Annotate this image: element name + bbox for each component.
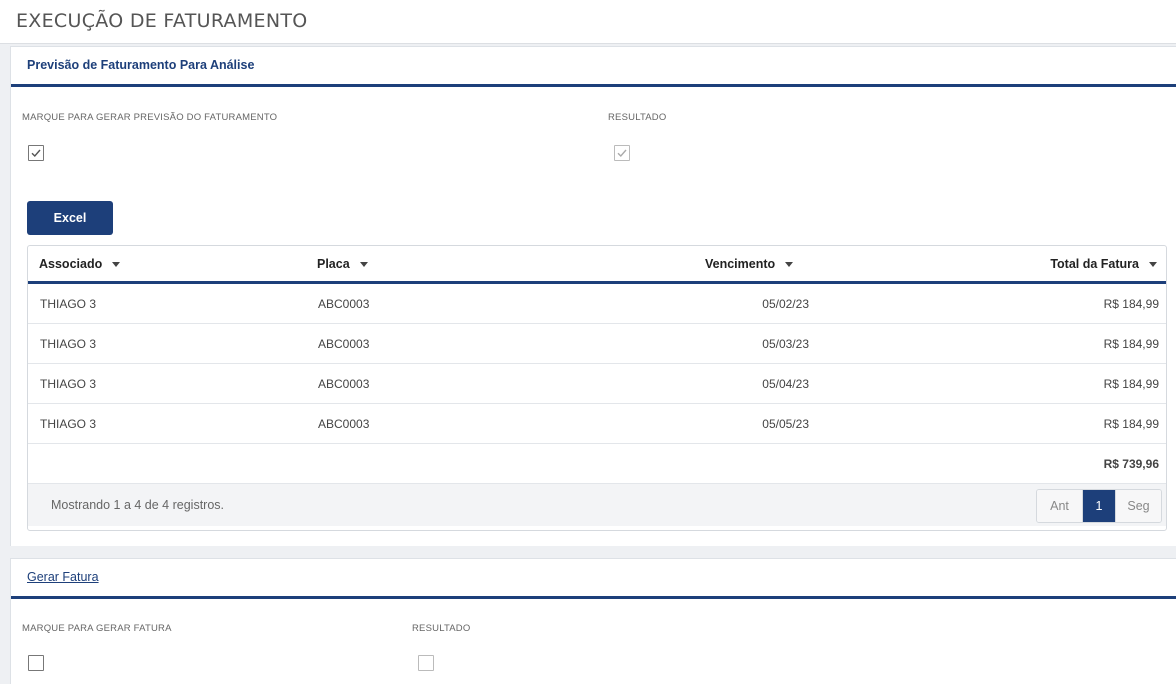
cell-placa: ABC0003 [318,337,370,351]
pagination-prev-button[interactable]: Ant [1037,490,1083,522]
cell-associado: THIAGO 3 [40,337,97,351]
table-row: THIAGO 3 ABC0003 05/03/23 R$ 184,99 [28,324,1166,364]
fatura-checkbox[interactable] [28,655,44,671]
column-header-total[interactable]: Total da Fatura [1050,257,1157,271]
table-footer: Mostrando 1 a 4 de 4 registros. Ant 1 Se… [28,484,1166,526]
caret-down-icon [112,261,121,267]
fatura-check-label: MARQUE PARA GERAR FATURA [22,623,172,634]
excel-export-button[interactable]: Excel [27,201,113,235]
cell-total: R$ 184,99 [1103,337,1159,351]
column-label: Associado [39,257,103,271]
previsao-table: Associado Placa Vencimento Total da Fatu… [27,245,1167,531]
table-header: Associado Placa Vencimento Total da Fatu… [28,246,1166,284]
previsao-checkbox[interactable] [28,145,44,161]
cell-associado: THIAGO 3 [40,417,97,431]
column-label: Placa [317,257,350,271]
pagination-next-button[interactable]: Seg [1115,490,1161,522]
cell-placa: ABC0003 [318,297,370,311]
grand-total: R$ 739,96 [1103,457,1159,471]
page-header: EXECUÇÃO DE FATURAMENTO [0,0,1176,44]
table-row: THIAGO 3 ABC0003 05/02/23 R$ 184,99 [28,284,1166,324]
cell-associado: THIAGO 3 [40,297,97,311]
column-label: Total da Fatura [1050,257,1139,271]
cell-total: R$ 184,99 [1103,377,1159,391]
column-header-associado[interactable]: Associado [39,257,121,271]
previsao-panel-title: Previsão de Faturamento Para Análise [27,58,255,72]
cell-placa: ABC0003 [318,377,370,391]
column-header-placa[interactable]: Placa [317,257,368,271]
pagination-page-button[interactable]: 1 [1083,490,1115,522]
cell-vencimento: 05/04/23 [762,377,809,391]
previsao-check-label: MARQUE PARA GERAR PREVISÃO DO FATURAMENT… [22,112,278,123]
cell-vencimento: 05/05/23 [762,417,809,431]
caret-down-icon [785,261,794,267]
previsao-result-checkbox [614,145,630,161]
check-icon [31,149,41,158]
table-row: THIAGO 3 ABC0003 05/04/23 R$ 184,99 [28,364,1166,404]
table-total-row: R$ 739,96 [28,444,1166,484]
gerar-fatura-panel-title[interactable]: Gerar Fatura [27,570,99,584]
caret-down-icon [359,261,368,267]
previsao-result-label: RESULTADO [608,112,667,123]
fatura-result-checkbox [418,655,434,671]
fatura-result-label: RESULTADO [412,623,471,634]
cell-vencimento: 05/03/23 [762,337,809,351]
pagination: Ant 1 Seg [1036,489,1162,523]
gerar-fatura-panel-header: Gerar Fatura [11,559,1176,599]
records-info: Mostrando 1 a 4 de 4 registros. [51,498,225,512]
table-row: THIAGO 3 ABC0003 05/05/23 R$ 184,99 [28,404,1166,444]
cell-vencimento: 05/02/23 [762,297,809,311]
cell-placa: ABC0003 [318,417,370,431]
page-title: EXECUÇÃO DE FATURAMENTO [16,10,308,32]
column-label: Vencimento [705,257,776,271]
cell-associado: THIAGO 3 [40,377,97,391]
gerar-fatura-panel: Gerar Fatura MARQUE PARA GERAR FATURA RE… [10,558,1176,684]
caret-down-icon [1149,261,1157,267]
column-header-vencimento[interactable]: Vencimento [705,257,794,271]
check-icon [617,149,627,158]
previsao-panel: Previsão de Faturamento Para Análise MAR… [10,46,1176,546]
cell-total: R$ 184,99 [1103,417,1159,431]
cell-total: R$ 184,99 [1103,297,1159,311]
previsao-panel-header: Previsão de Faturamento Para Análise [11,47,1176,87]
